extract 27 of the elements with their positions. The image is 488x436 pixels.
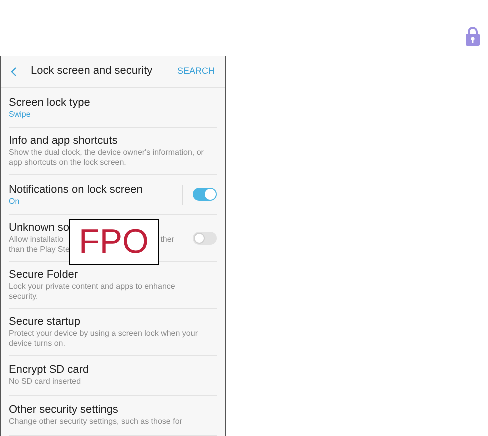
setting-title[interactable]: Info and app shortcuts — [9, 134, 118, 148]
setting-description: Allow installatio — [9, 235, 64, 246]
setting-value: Swipe — [9, 110, 31, 120]
setting-description: Show the dual clock, the device owner's information, or — [9, 148, 204, 158]
setting-description: ther — [160, 235, 174, 246]
lock-icon — [465, 26, 481, 46]
setting-description: No SD card inserted — [9, 377, 82, 388]
setting-title[interactable]: Screen lock type — [9, 96, 90, 110]
setting-title[interactable]: Secure Folder — [9, 268, 78, 282]
setting-description: Change other security settings, such as those for — [9, 417, 182, 428]
setting-title[interactable]: Secure startup — [9, 315, 81, 329]
setting-value: On — [9, 196, 20, 207]
setting-description: app shortcuts on the lock screen. — [9, 158, 126, 168]
toggle-switch[interactable] — [193, 232, 217, 245]
setting-title[interactable]: Other security settings — [9, 403, 118, 418]
back-icon[interactable] — [11, 66, 17, 77]
placeholder-label: FPO — [69, 219, 159, 266]
toggle-switch[interactable] — [193, 188, 217, 202]
screen-title: Lock screen and security — [31, 64, 154, 80]
setting-description: Protect your device by using a screen lock when your — [9, 329, 198, 339]
setting-description: security. — [9, 292, 38, 302]
setting-description: than the Play Ste — [9, 245, 70, 256]
setting-title[interactable]: Encrypt SD card — [9, 363, 90, 378]
setting-description: device turns on. — [9, 339, 66, 349]
setting-title[interactable]: Notifications on lock screen — [9, 182, 143, 197]
setting-description: Lock your private content and apps to enhance — [9, 282, 176, 292]
setting-title[interactable]: Unknown so — [9, 221, 70, 236]
